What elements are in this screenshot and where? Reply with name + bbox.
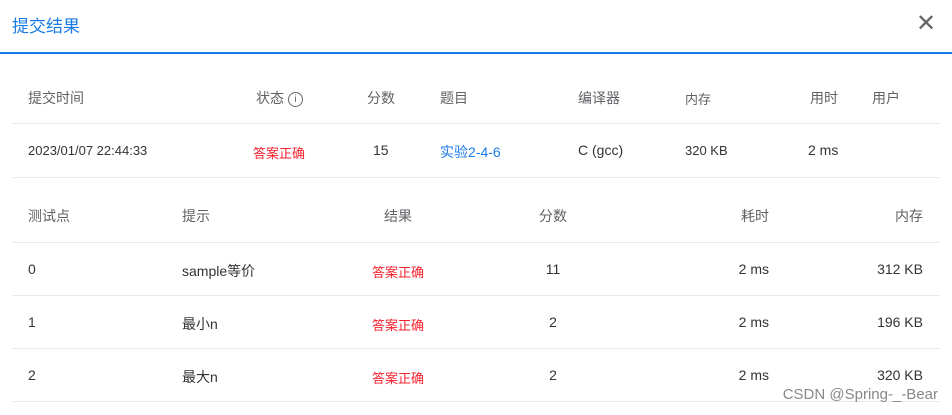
header-hint: 提示 [182,208,210,224]
case-result: 答案正确 [372,265,425,280]
case-time: 2 ms [738,261,769,277]
header-status-label: 状态 [256,90,284,106]
case-score: 2 [549,367,557,383]
table-row: 1 最小n 答案正确 2 2 ms 196 KB [12,296,940,349]
status-badge: 答案正确 [253,146,306,161]
header-compiler: 编译器 [578,90,620,106]
case-time: 2 ms [738,367,769,383]
cases-header-row: 测试点 提示 结果 分数 耗时 内存 [12,178,940,243]
case-hint: sample等价 [182,263,256,279]
table-row: 0 sample等价 答案正确 11 2 ms 312 KB [12,243,940,296]
summary-row: 2023/01/07 22:44:33 答案正确 15 实验2-4-6 C (g… [12,124,940,178]
header-case-memory: 内存 [895,208,923,224]
header-memory: 内存 [685,92,712,107]
watermark: CSDN @Spring-_-Bear [782,386,938,403]
info-icon[interactable]: i [288,92,303,107]
case-memory: 320 KB [877,367,923,383]
case-memory: 312 KB [877,261,923,277]
case-id: 0 [28,261,36,277]
summary-header-row: 提交时间 状态 i 分数 题目 编译器 内存 用时 用户 [12,70,940,124]
case-result: 答案正确 [372,371,425,386]
duration: 2 ms [808,142,839,158]
case-time: 2 ms [738,314,769,330]
compiler: C (gcc) [578,142,624,158]
submit-time: 2023/01/07 22:44:33 [28,143,148,158]
case-score: 11 [545,261,561,277]
header-status: 状态 i [256,88,303,108]
memory: 320 KB [685,143,728,158]
score: 15 [373,142,389,158]
dialog-header: 提交结果 ✕ [0,0,952,54]
header-duration: 用时 [810,90,838,106]
dialog-title: 提交结果 [12,17,80,36]
case-id: 2 [28,367,36,383]
problem-link[interactable]: 实验2-4-6 [440,142,501,162]
header-case-score: 分数 [539,208,567,224]
header-case-time: 耗时 [741,208,769,224]
case-result: 答案正确 [372,318,425,333]
header-score: 分数 [367,90,395,106]
header-case-id: 测试点 [28,208,70,224]
case-score: 2 [549,314,557,330]
header-problem: 题目 [440,90,468,106]
header-time: 提交时间 [28,90,84,106]
close-icon[interactable]: ✕ [916,12,936,36]
case-hint: 最小n [182,316,218,332]
case-hint: 最大n [182,369,218,385]
case-id: 1 [28,314,36,330]
case-memory: 196 KB [877,314,923,330]
header-result: 结果 [384,208,412,224]
header-user: 用户 [872,90,900,106]
